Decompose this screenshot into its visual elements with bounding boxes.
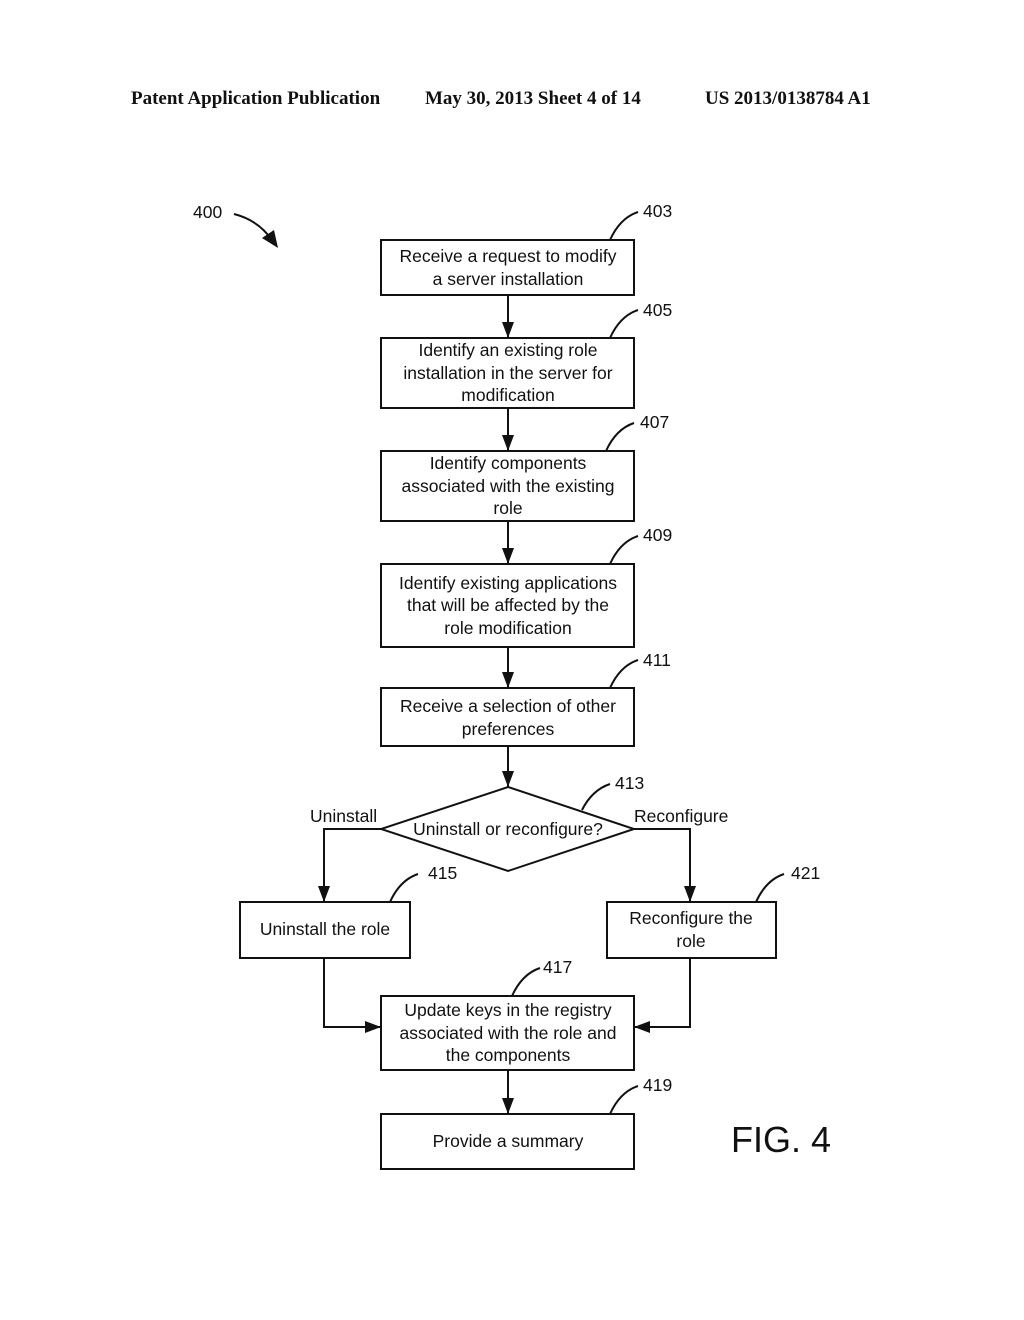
step-text: Reconfigure the bbox=[629, 908, 753, 928]
ref-leader bbox=[609, 1085, 639, 1115]
step-text: role bbox=[493, 498, 522, 518]
ref-leader bbox=[609, 211, 639, 241]
step-ref: 403 bbox=[643, 201, 672, 221]
step-ref: 415 bbox=[428, 863, 457, 883]
ref-leader bbox=[605, 422, 635, 452]
step-text: modification bbox=[461, 385, 554, 405]
step-text: the components bbox=[446, 1045, 571, 1065]
ref-leader bbox=[609, 659, 639, 689]
step-text: installation in the server for bbox=[403, 363, 612, 383]
arrow-413-415 bbox=[318, 828, 381, 902]
step-text: role bbox=[676, 931, 705, 951]
step-409: Identify existing applications that will… bbox=[380, 525, 672, 648]
step-405: Identify an existing role installation i… bbox=[380, 300, 672, 409]
figure-pointer-arrowhead bbox=[262, 230, 278, 248]
step-text: Uninstall the role bbox=[260, 919, 390, 939]
step-ref: 417 bbox=[543, 957, 572, 977]
ref-leader bbox=[609, 535, 639, 565]
step-text: associated with the role and bbox=[400, 1023, 617, 1043]
step-text: Provide a summary bbox=[433, 1131, 584, 1151]
branch-label-reconfigure: Reconfigure bbox=[634, 806, 728, 826]
step-415: Uninstall the role 415 bbox=[239, 863, 457, 959]
step-text: Receive a request to modify bbox=[400, 246, 617, 266]
step-ref: 419 bbox=[643, 1075, 672, 1095]
step-text: Identify an existing role bbox=[419, 340, 598, 360]
step-411: Receive a selection of other preferences… bbox=[380, 650, 671, 747]
step-407: Identify components associated with the … bbox=[380, 412, 669, 522]
step-text: Update keys in the registry bbox=[404, 1000, 611, 1020]
step-ref: 409 bbox=[643, 525, 672, 545]
step-text: that will be affected by the bbox=[407, 595, 609, 615]
decision-413: Uninstall or reconfigure? Uninstall Reco… bbox=[310, 773, 728, 873]
ref-leader bbox=[581, 783, 611, 811]
step-419: Provide a summary 419 bbox=[380, 1075, 672, 1170]
decision-text: Uninstall or reconfigure? bbox=[413, 819, 603, 839]
ref-leader bbox=[609, 309, 639, 339]
step-text: Identify components bbox=[430, 453, 587, 473]
flowchart: 400 Receive a request to modify a server… bbox=[193, 201, 831, 1170]
step-text: Receive a selection of other bbox=[400, 696, 616, 716]
step-ref: 407 bbox=[640, 412, 669, 432]
step-text: Identify existing applications bbox=[399, 573, 617, 593]
ref-leader bbox=[389, 873, 419, 903]
step-ref: 421 bbox=[791, 863, 820, 883]
step-ref: 405 bbox=[643, 300, 672, 320]
step-ref: 411 bbox=[643, 650, 671, 670]
step-403: Receive a request to modify a server ins… bbox=[380, 201, 672, 296]
decision-ref: 413 bbox=[615, 773, 644, 793]
step-text: role modification bbox=[444, 618, 571, 638]
step-text: preferences bbox=[462, 719, 555, 739]
figure-ref-400: 400 bbox=[193, 202, 222, 222]
step-text: associated with the existing bbox=[401, 476, 614, 496]
ref-leader bbox=[511, 967, 541, 997]
arrow-413-421 bbox=[634, 828, 696, 902]
branch-label-uninstall: Uninstall bbox=[310, 806, 377, 826]
step-421: Reconfigure the role 421 bbox=[606, 863, 820, 959]
arrow-415-417 bbox=[323, 958, 381, 1033]
arrow-421-417 bbox=[634, 958, 691, 1033]
step-417: Update keys in the registry associated w… bbox=[380, 957, 635, 1071]
figure-label: FIG. 4 bbox=[731, 1119, 831, 1160]
ref-leader bbox=[755, 873, 785, 903]
step-text: a server installation bbox=[433, 269, 584, 289]
